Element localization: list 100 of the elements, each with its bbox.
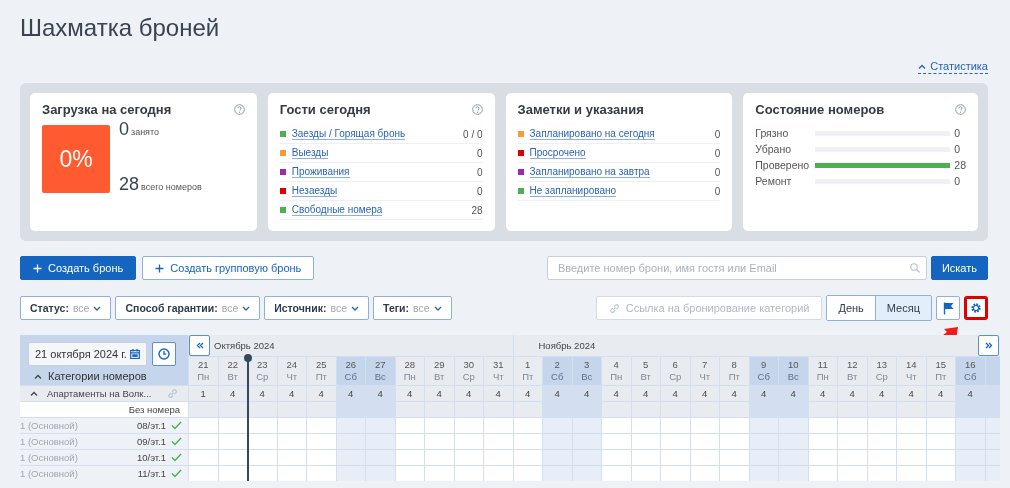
list-link[interactable]: Запланировано на завтра: [529, 166, 650, 178]
grid-cell[interactable]: [571, 449, 601, 465]
grid-cell[interactable]: [571, 433, 601, 449]
grid-cell[interactable]: [365, 417, 395, 433]
grid-cell[interactable]: [217, 433, 247, 449]
grid-cell[interactable]: [837, 465, 867, 481]
grid-cell[interactable]: [866, 449, 896, 465]
grid-cell[interactable]: [689, 465, 719, 481]
grid-cell[interactable]: [807, 465, 837, 481]
list-link[interactable]: Незаезды: [291, 185, 338, 197]
list-link[interactable]: Просрочено: [529, 147, 586, 159]
grid-cell[interactable]: [601, 417, 631, 433]
grid-cell[interactable]: [866, 433, 896, 449]
grid-cell[interactable]: [188, 417, 218, 433]
search-field[interactable]: Введите номер брони, имя гостя или Email: [546, 256, 927, 280]
grid-cell[interactable]: [217, 465, 247, 481]
list-link[interactable]: Свободные номера: [291, 204, 383, 216]
grid-cell[interactable]: [483, 465, 513, 481]
grid-cell[interactable]: [689, 433, 719, 449]
grid-cell[interactable]: [424, 417, 454, 433]
grid-cell[interactable]: [896, 417, 926, 433]
grid-cell[interactable]: [512, 449, 542, 465]
grid-cell[interactable]: [689, 417, 719, 433]
next-button[interactable]: [978, 335, 999, 356]
grid-cell[interactable]: [306, 433, 336, 449]
grid-cell[interactable]: [512, 417, 542, 433]
grid-cell[interactable]: [365, 465, 395, 481]
grid-cell[interactable]: [188, 449, 218, 465]
grid-cell[interactable]: [719, 465, 749, 481]
group-booking-button[interactable]: Создать групповую бронь: [142, 256, 315, 280]
view-tab[interactable]: Месяц: [874, 296, 931, 320]
grid-cell[interactable]: [778, 465, 808, 481]
grid-cell[interactable]: [601, 433, 631, 449]
grid-cell[interactable]: [925, 433, 955, 449]
grid-cell[interactable]: [660, 465, 690, 481]
grid-cell[interactable]: [630, 449, 660, 465]
clock-button[interactable]: [151, 342, 176, 366]
grid-cell[interactable]: [335, 417, 365, 433]
grid-cell[interactable]: [217, 449, 247, 465]
grid-cell[interactable]: [247, 465, 277, 481]
grid-cell[interactable]: [394, 465, 424, 481]
list-link[interactable]: Заезды / Горящая бронь: [291, 128, 406, 140]
grid-cell[interactable]: [748, 449, 778, 465]
grid-cell[interactable]: [837, 417, 867, 433]
grid-cell[interactable]: [778, 417, 808, 433]
grid-cell[interactable]: [483, 417, 513, 433]
grid-cell[interactable]: [660, 417, 690, 433]
grid-cell[interactable]: [837, 433, 867, 449]
search-button[interactable]: Искать: [930, 256, 988, 280]
grid-cell[interactable]: [542, 465, 572, 481]
date-field[interactable]: 21 октября 2024 г.: [28, 342, 147, 366]
grid-cell[interactable]: [925, 417, 955, 433]
grid-cell[interactable]: [335, 433, 365, 449]
grid-cell[interactable]: [335, 449, 365, 465]
grid-cell[interactable]: [896, 449, 926, 465]
grid-cell[interactable]: [542, 417, 572, 433]
grid-cell[interactable]: [660, 433, 690, 449]
grid-cell[interactable]: [571, 417, 601, 433]
create-booking-button[interactable]: Создать бронь: [20, 256, 137, 280]
list-link[interactable]: Не запланировано: [529, 185, 617, 197]
view-tab[interactable]: День: [827, 296, 875, 320]
grid-cell[interactable]: [276, 465, 306, 481]
grid-cell[interactable]: [365, 433, 395, 449]
grid-cell[interactable]: [630, 465, 660, 481]
grid-cell[interactable]: [335, 465, 365, 481]
grid-cell[interactable]: [247, 449, 277, 465]
grid-cell[interactable]: [276, 417, 306, 433]
grid-cell[interactable]: [807, 417, 837, 433]
filter-dropdown[interactable]: Способ гарантии: все: [115, 296, 261, 320]
grid-cell[interactable]: [689, 449, 719, 465]
grid-cell[interactable]: [424, 465, 454, 481]
grid-cell[interactable]: [807, 449, 837, 465]
grid-cell[interactable]: [542, 449, 572, 465]
grid-cell[interactable]: [866, 465, 896, 481]
grid-cell[interactable]: [424, 433, 454, 449]
grid-cell[interactable]: [719, 433, 749, 449]
grid-cell[interactable]: [394, 449, 424, 465]
filter-dropdown[interactable]: Теги: все: [373, 296, 452, 320]
grid-cell[interactable]: [365, 449, 395, 465]
grid-cell[interactable]: [601, 465, 631, 481]
grid-cell[interactable]: [306, 449, 336, 465]
grid-cell[interactable]: [778, 433, 808, 449]
grid-cell[interactable]: [453, 449, 483, 465]
grid-cell[interactable]: [955, 417, 985, 433]
grid-cell[interactable]: [660, 449, 690, 465]
grid-cell[interactable]: [925, 465, 955, 481]
flag-button[interactable]: [936, 296, 960, 320]
list-link[interactable]: Запланировано на сегодня: [529, 128, 655, 140]
grid-cell[interactable]: [748, 465, 778, 481]
grid-cell[interactable]: [512, 433, 542, 449]
grid-cell[interactable]: [896, 465, 926, 481]
grid-cell[interactable]: [630, 417, 660, 433]
settings-button[interactable]: [964, 296, 988, 320]
grid-cell[interactable]: [306, 465, 336, 481]
grid-cell[interactable]: [483, 449, 513, 465]
filter-dropdown[interactable]: Статус: все: [20, 296, 112, 320]
grid-cell[interactable]: [955, 465, 985, 481]
grid-cell[interactable]: [247, 417, 277, 433]
grid-cell[interactable]: [571, 465, 601, 481]
grid-cell[interactable]: [719, 417, 749, 433]
